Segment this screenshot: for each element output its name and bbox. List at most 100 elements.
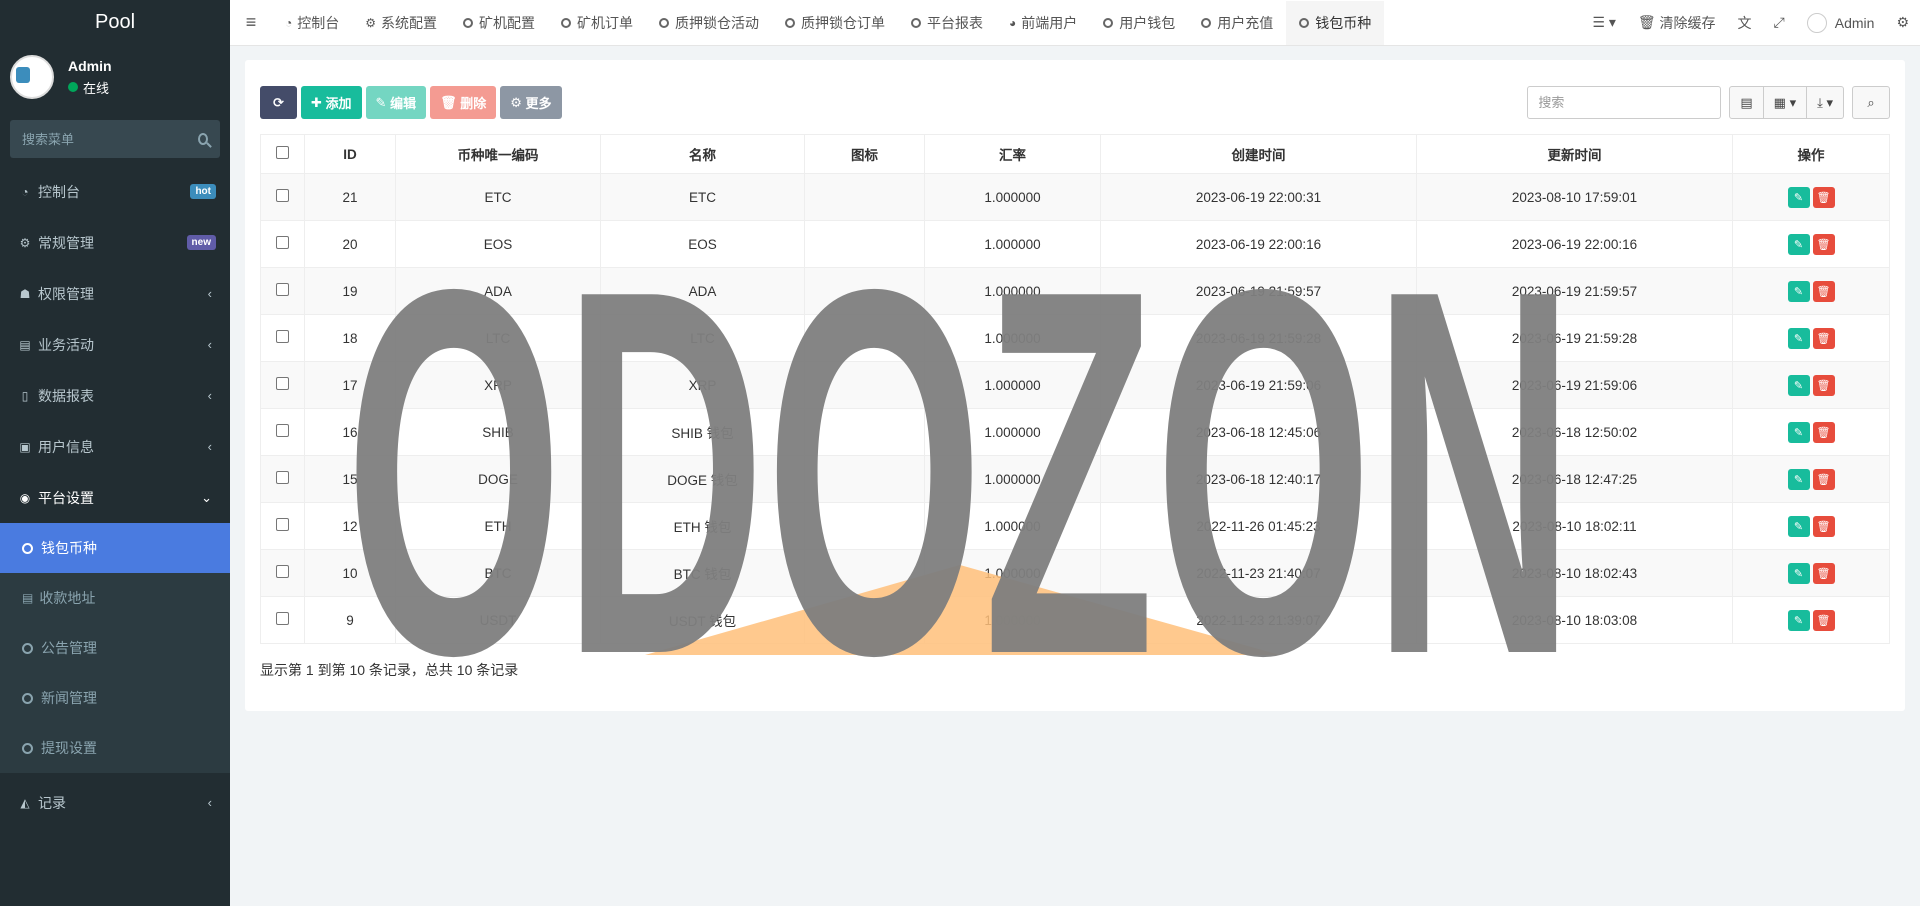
trash-icon: 🗑	[1816, 426, 1831, 439]
table-row[interactable]: 16 SHIB SHIB 钱包 1.000000 2023-06-18 12:45:06…	[260, 408, 1890, 456]
row-checkbox[interactable]	[276, 377, 289, 390]
row-checkbox[interactable]	[276, 236, 289, 249]
table-search-input[interactable]	[1527, 86, 1722, 119]
cell-name: EOS	[600, 220, 805, 268]
tab-miner-orders[interactable]: 矿机订单	[548, 1, 646, 45]
tab-staking-orders[interactable]: 质押锁仓订单	[772, 1, 898, 45]
row-edit-button[interactable]: ✎	[1787, 233, 1810, 255]
tab-frontend-users[interactable]: ◕ 前端用户	[996, 1, 1090, 45]
header-rate[interactable]: 汇率	[924, 134, 1101, 174]
sidebar-item-wallet-currency[interactable]: 钱包币种	[0, 523, 230, 573]
delete-button[interactable]: 🗑 删除	[430, 86, 497, 119]
sidebar-item-news[interactable]: 新闻管理	[0, 673, 230, 723]
row-edit-button[interactable]: ✎	[1787, 374, 1810, 396]
refresh-button[interactable]: ⟳	[260, 86, 297, 119]
row-delete-button[interactable]: 🗑	[1812, 609, 1835, 631]
edit-button[interactable]: ✎ 编辑	[365, 86, 427, 119]
sidebar-item-permissions[interactable]: ☗ 权限管理 ‹	[0, 268, 230, 319]
advanced-search-button[interactable]: ⌕	[1852, 86, 1890, 119]
row-edit-button[interactable]: ✎	[1787, 186, 1810, 208]
more-button[interactable]: ⚙ 更多	[500, 86, 562, 119]
row-edit-button[interactable]: ✎	[1787, 327, 1810, 349]
header-id[interactable]: ID	[304, 134, 396, 174]
row-checkbox[interactable]	[276, 189, 289, 202]
sidebar-item-business[interactable]: ▤ 业务活动 ‹	[0, 319, 230, 370]
cell-rate: 1.000000	[924, 502, 1101, 550]
cell-id: 9	[304, 596, 396, 644]
row-checkbox[interactable]	[276, 330, 289, 343]
row-delete-button[interactable]: 🗑	[1812, 186, 1835, 208]
table-row[interactable]: 20 EOS EOS 1.000000 2023-06-19 22:00:16 2023-…	[260, 220, 1890, 268]
tab-user-recharge[interactable]: 用户充值	[1188, 1, 1286, 45]
table-row[interactable]: 18 LTC LTC 1.000000 2023-06-19 21:59:28 2023-…	[260, 314, 1890, 362]
row-edit-button[interactable]: ✎	[1787, 609, 1810, 631]
tabs-dropdown-button[interactable]: ☰ ▾	[1581, 14, 1626, 31]
table-row[interactable]: 12 ETH ETH 钱包 1.000000 2022-11-26 01:45:23 20…	[260, 502, 1890, 550]
header-icon[interactable]: 图标	[804, 134, 925, 174]
table-row[interactable]: 15 DOGE DOGE 钱包 1.000000 2023-06-18 12:40:17…	[260, 455, 1890, 503]
row-edit-button[interactable]: ✎	[1787, 468, 1810, 490]
sidebar-item-user-info[interactable]: ▣ 用户信息 ‹	[0, 421, 230, 472]
header-updated[interactable]: 更新时间	[1416, 134, 1733, 174]
tab-miner-config[interactable]: 矿机配置	[450, 1, 548, 45]
menu-toggle-icon[interactable]: ≡	[230, 12, 272, 33]
row-delete-button[interactable]: 🗑	[1812, 421, 1835, 443]
add-button[interactable]: ✚ 添加	[301, 86, 362, 119]
fullscreen-button[interactable]: ⤢	[1763, 14, 1796, 31]
cell-code: XRP	[395, 361, 601, 409]
cell-icon	[804, 455, 925, 503]
brand-logo[interactable]: Pool	[0, 0, 230, 44]
table-row[interactable]: 19 ADA ADA 1.000000 2023-06-19 21:59:57 2023-…	[260, 267, 1890, 315]
row-checkbox[interactable]	[276, 565, 289, 578]
cell-actions: ✎ 🗑	[1732, 220, 1890, 268]
select-all-checkbox[interactable]	[276, 146, 289, 159]
search-icon[interactable]	[198, 133, 208, 145]
row-checkbox[interactable]	[276, 424, 289, 437]
language-button[interactable]: 文	[1727, 13, 1763, 33]
row-edit-button[interactable]: ✎	[1787, 515, 1810, 537]
table-row[interactable]: 21 ETC ETC 1.000000 2023-06-19 22:00:31 2023-…	[260, 173, 1890, 221]
tab-wallet-currency[interactable]: 钱包币种	[1286, 0, 1385, 45]
row-delete-button[interactable]: 🗑	[1812, 562, 1835, 584]
row-edit-button[interactable]: ✎	[1787, 421, 1810, 443]
sidebar-item-withdraw-settings[interactable]: 提现设置	[0, 723, 230, 773]
admin-menu[interactable]: Admin	[1796, 12, 1886, 33]
table-row[interactable]: 17 XRP XRP 1.000000 2023-06-19 21:59:06 2023-…	[260, 361, 1890, 409]
row-delete-button[interactable]: 🗑	[1812, 233, 1835, 255]
sidebar-search-input[interactable]	[22, 131, 198, 147]
tab-platform-report[interactable]: 平台报表	[898, 1, 996, 45]
sidebar-item-dashboard[interactable]: ◔ 控制台 hot	[0, 166, 230, 217]
clear-cache-button[interactable]: 🗑 清除缓存	[1627, 13, 1727, 33]
table-row[interactable]: 10 BTC BTC 钱包 1.000000 2022-11-23 21:40:07 20…	[260, 549, 1890, 597]
tab-system-config[interactable]: ⚙ 系统配置	[352, 1, 450, 45]
row-checkbox[interactable]	[276, 283, 289, 296]
sidebar-item-general[interactable]: ⚙ 常规管理 new	[0, 217, 230, 268]
tab-staking-activity[interactable]: 质押锁仓活动	[646, 1, 772, 45]
row-delete-button[interactable]: 🗑	[1812, 515, 1835, 537]
sidebar-item-payment-address[interactable]: ▤ 收款地址	[0, 573, 230, 623]
columns-button[interactable]: ▦ ▾	[1763, 86, 1808, 119]
row-delete-button[interactable]: 🗑	[1812, 280, 1835, 302]
tab-user-wallet[interactable]: 用户钱包	[1090, 1, 1188, 45]
header-name[interactable]: 名称	[600, 134, 805, 174]
header-code[interactable]: 币种唯一编码	[395, 134, 601, 174]
settings-button[interactable]: ⚙	[1885, 14, 1920, 31]
table-row[interactable]: 9 USDT USDT 钱包 1.000000 2022-11-23 21:39:07 2…	[260, 596, 1890, 644]
row-checkbox[interactable]	[276, 471, 289, 484]
header-created[interactable]: 创建时间	[1100, 134, 1417, 174]
row-delete-button[interactable]: 🗑	[1812, 468, 1835, 490]
tab-dashboard[interactable]: ◔ 控制台	[272, 1, 352, 45]
sidebar-item-announcements[interactable]: 公告管理	[0, 623, 230, 673]
row-edit-button[interactable]: ✎	[1787, 280, 1810, 302]
row-checkbox[interactable]	[276, 518, 289, 531]
row-checkbox[interactable]	[276, 612, 289, 625]
row-delete-button[interactable]: 🗑	[1812, 374, 1835, 396]
sidebar-item-reports[interactable]: ▯ 数据报表 ‹	[0, 370, 230, 421]
row-delete-button[interactable]: 🗑	[1812, 327, 1835, 349]
row-edit-button[interactable]: ✎	[1787, 562, 1810, 584]
circle-icon	[22, 692, 33, 704]
sidebar-item-records[interactable]: ◭ 记录 ‹	[0, 777, 230, 828]
export-button[interactable]: ⤓ ▾	[1807, 86, 1844, 119]
toggle-view-button[interactable]: ▤	[1729, 86, 1764, 119]
sidebar-item-platform-settings[interactable]: ◉ 平台设置 ⌄	[0, 472, 230, 523]
